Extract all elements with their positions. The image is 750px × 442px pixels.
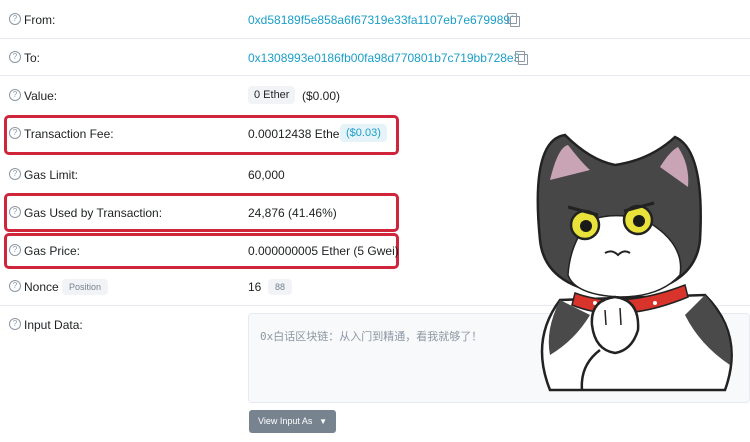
copy-icon[interactable] [507, 13, 520, 27]
fee-label: Transaction Fee: [24, 127, 114, 141]
to-label: To: [24, 51, 41, 65]
help-icon[interactable]: ? [9, 206, 21, 218]
cat-illustration [536, 133, 733, 392]
fee-amount: 0.00012438 Ether [248, 127, 344, 141]
gas-limit-label: Gas Limit: [24, 168, 79, 182]
help-icon[interactable]: ? [9, 168, 21, 180]
value-usd: ($0.00) [302, 89, 341, 103]
input-data-label: Input Data: [24, 318, 83, 332]
from-address-link[interactable]: 0xd58189f5e858a6f67319e33fa1107eb7e67998… [248, 13, 513, 27]
gas-limit-value: 60,000 [248, 168, 285, 182]
fee-usd-badge: ($0.03) [340, 124, 387, 142]
to-address-link[interactable]: 0x1308993e0186fb00fa98d770801b7c719bb728… [248, 51, 520, 65]
gas-used-value: 24,876 (41.46%) [248, 206, 337, 220]
help-icon[interactable]: ? [9, 318, 21, 330]
help-icon[interactable]: ? [9, 89, 21, 101]
from-label: From: [24, 13, 56, 27]
copy-icon[interactable] [515, 51, 528, 65]
view-input-as-label: View Input As [258, 416, 313, 426]
caret-down-icon: ▼ [319, 417, 327, 426]
position-value-badge: 88 [268, 279, 293, 295]
view-input-as-button[interactable]: View Input As ▼ [249, 410, 336, 433]
nonce-value: 16 [248, 280, 262, 294]
nonce-label: Nonce [24, 280, 59, 294]
divider [0, 38, 750, 39]
help-icon[interactable]: ? [9, 51, 21, 63]
help-icon[interactable]: ? [9, 244, 21, 256]
input-data-text: 0x白话区块链：从入门到精通，看我就够了！ [260, 330, 483, 343]
help-icon[interactable]: ? [9, 13, 21, 25]
help-icon[interactable]: ? [9, 127, 21, 139]
gas-used-label: Gas Used by Transaction: [24, 206, 163, 220]
help-icon[interactable]: ? [9, 280, 21, 292]
position-badge: Position [62, 279, 109, 295]
gas-price-value: 0.000000005 Ether (5 Gwei) [248, 244, 399, 258]
value-label: Value: [24, 89, 58, 103]
value-amount-badge: 0 Ether [248, 86, 296, 104]
gas-price-label: Gas Price: [24, 244, 81, 258]
divider [0, 75, 750, 76]
